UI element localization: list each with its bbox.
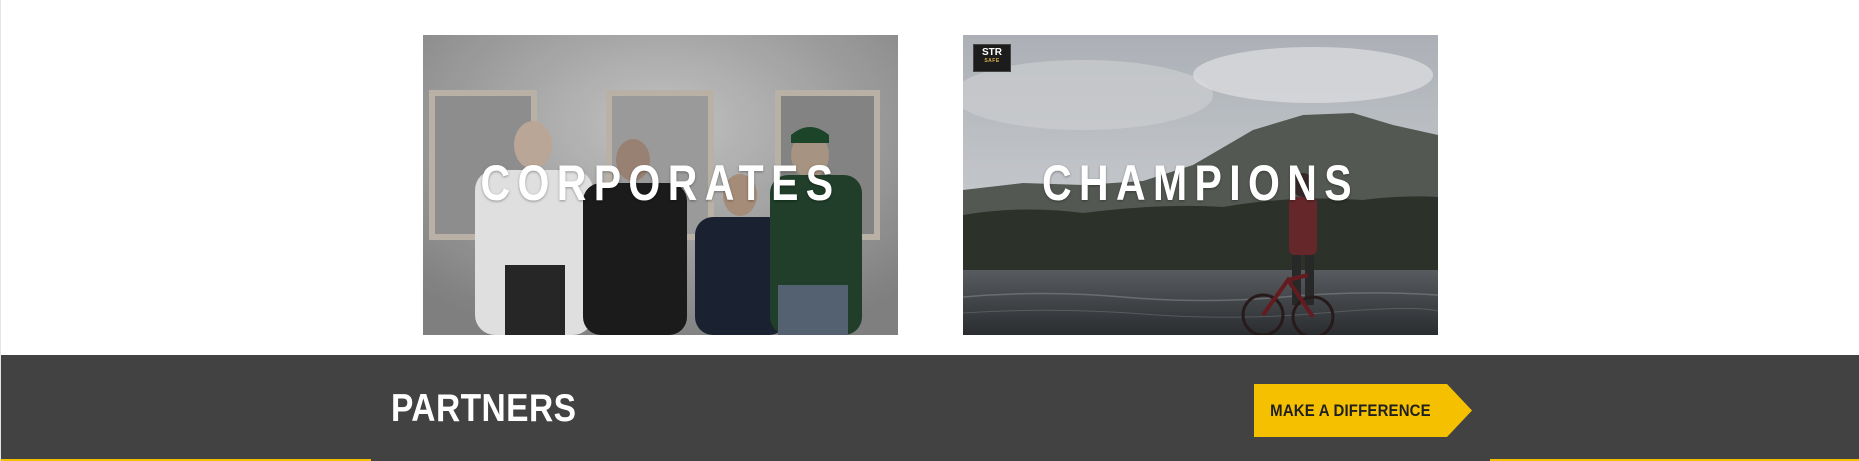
partners-title: PARTNERS <box>391 387 577 430</box>
champions-card[interactable]: STR SAFE CHAMPIONS <box>963 35 1438 335</box>
champions-title: CHAMPIONS <box>1041 155 1359 211</box>
make-a-difference-label: MAKE A DIFFERENCE <box>1270 400 1431 420</box>
partners-bar: PARTNERS MAKE A DIFFERENCE <box>1 355 1859 461</box>
corporates-title: CORPORATES <box>480 155 841 211</box>
corporates-card[interactable]: CORPORATES <box>423 35 898 335</box>
strsafe-logo-text: STR <box>982 47 1002 58</box>
strsafe-logo-subtext: SAFE <box>984 58 1000 64</box>
page: CORPORATES STR SAFE CHAMPIONS PARTNERS M… <box>0 0 1859 461</box>
make-a-difference-button[interactable]: MAKE A DIFFERENCE <box>1254 384 1472 437</box>
